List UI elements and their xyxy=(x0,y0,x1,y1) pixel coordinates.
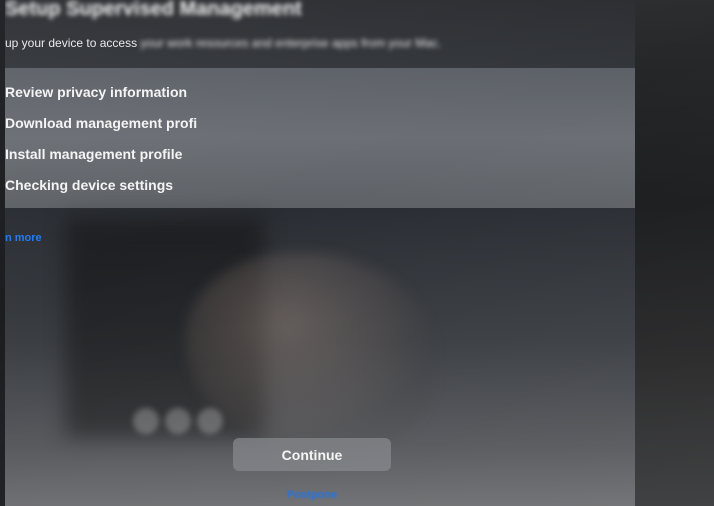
step-download-profile: Download management profi xyxy=(5,115,198,131)
continue-button[interactable]: Continue xyxy=(233,438,391,471)
setup-header: Setup Supervised Management up your devi… xyxy=(5,0,635,68)
page-title: Setup Supervised Management xyxy=(5,0,302,20)
subtitle-visible-text: up your device to access xyxy=(5,36,138,50)
step-review-privacy: Review privacy information xyxy=(5,84,188,100)
setup-steps-list: Review privacy information Download mana… xyxy=(5,68,635,208)
reflection-dot xyxy=(197,408,223,434)
subtitle-blurred-text: your work resources and enterprise apps … xyxy=(140,36,442,50)
screen-bezel xyxy=(630,0,714,506)
postpone-link[interactable]: Postpone xyxy=(287,489,337,501)
step-install-profile: Install management profile xyxy=(5,146,183,162)
setup-window: Setup Supervised Management up your devi… xyxy=(5,0,635,506)
photo-frame: Setup Supervised Management up your devi… xyxy=(0,0,714,506)
reflection-dot xyxy=(165,408,191,434)
learn-more-link[interactable]: n more xyxy=(5,232,42,244)
step-check-settings: Checking device settings xyxy=(5,177,174,193)
page-subtitle: up your device to access your work resou… xyxy=(5,36,441,50)
reflection-dot xyxy=(133,408,159,434)
reflection-dots xyxy=(133,408,223,434)
